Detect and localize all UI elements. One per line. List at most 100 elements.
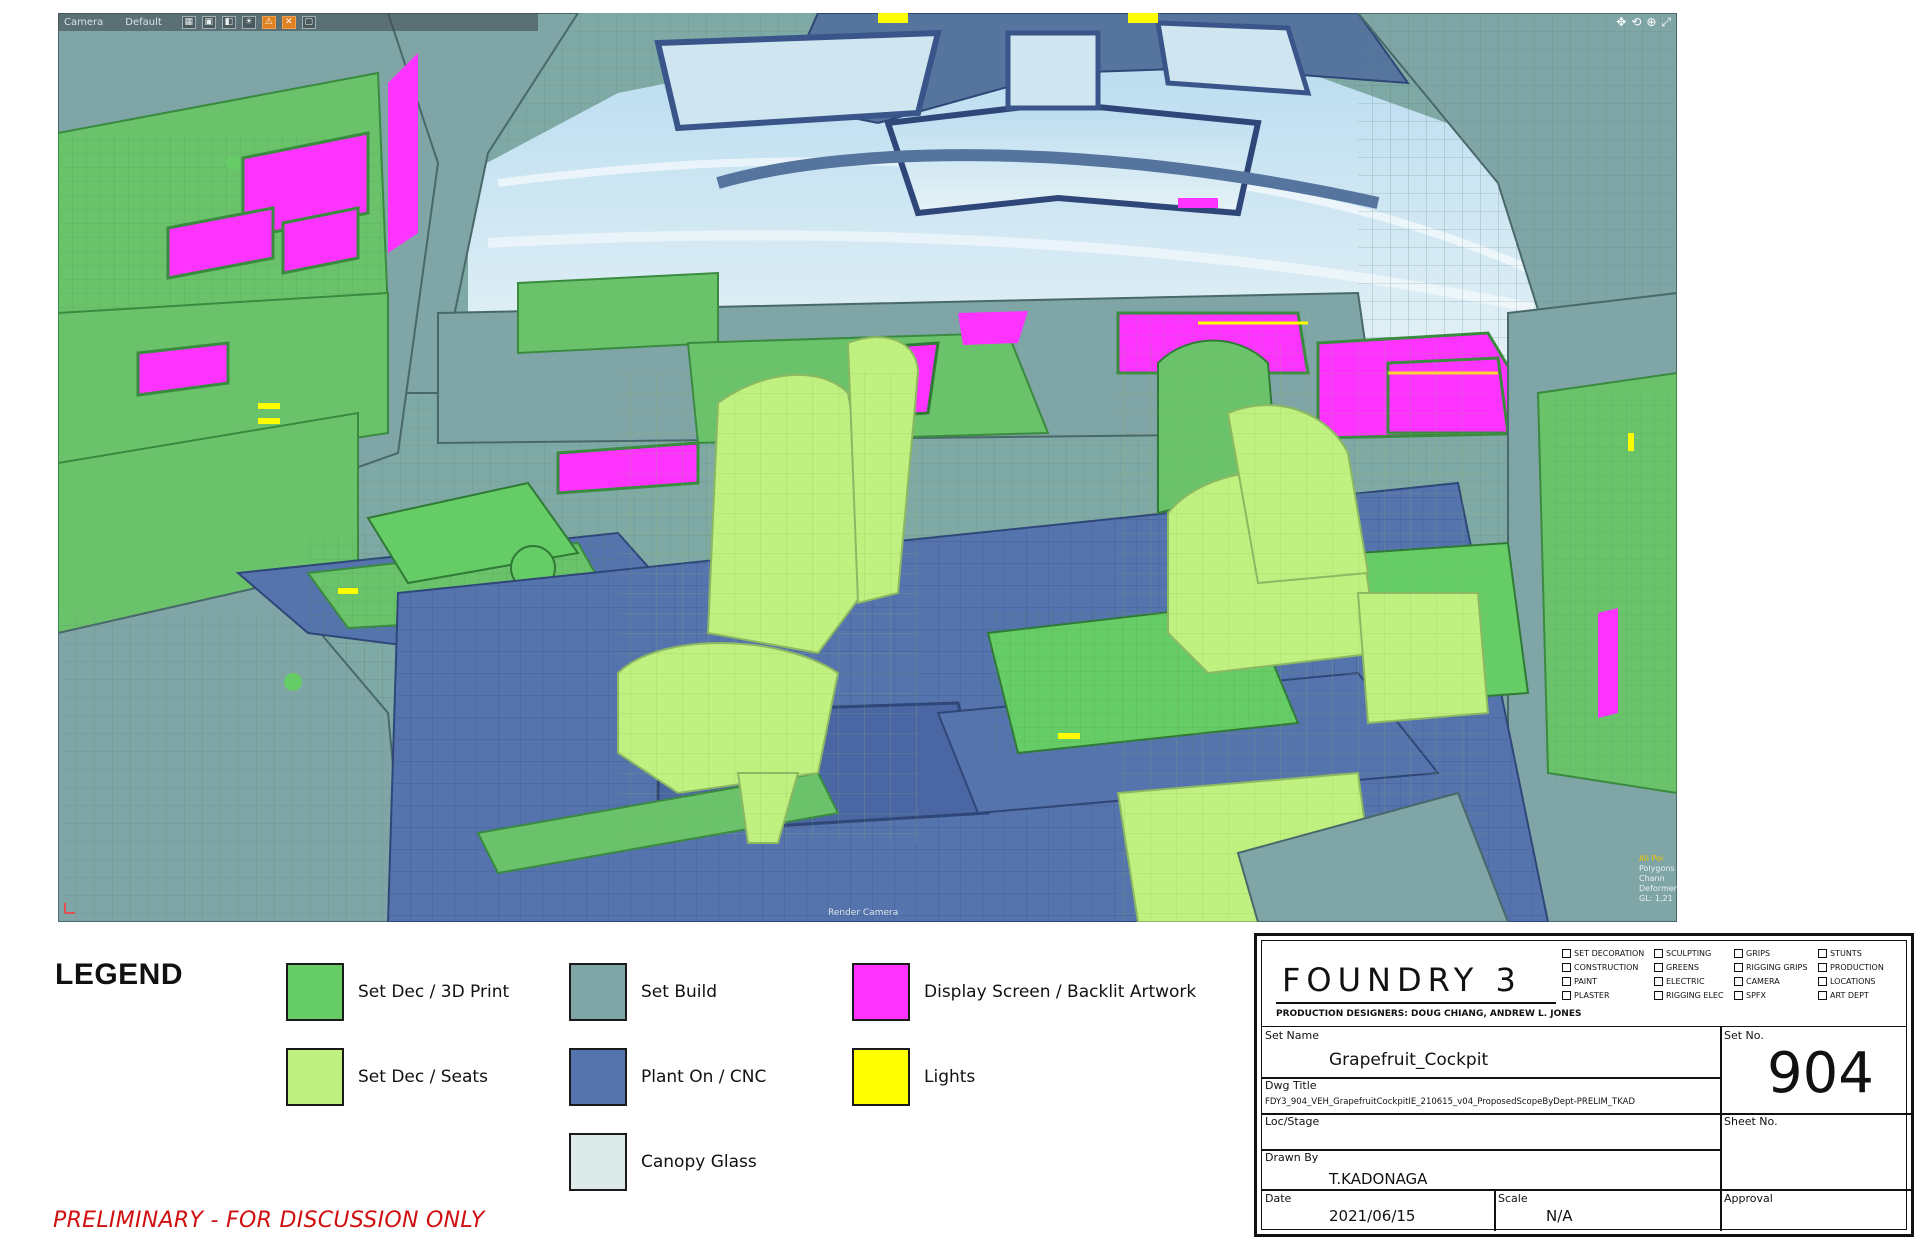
dept-check[interactable]: RIGGING ELEC xyxy=(1654,991,1734,1000)
checkbox[interactable] xyxy=(1654,949,1663,958)
legend-swatch xyxy=(569,1133,627,1191)
set-name-value: Grapefruit_Cockpit xyxy=(1329,1050,1489,1070)
axis-gizmo-icon xyxy=(62,900,78,916)
wireframe-toggle-icon[interactable]: ▣ xyxy=(201,15,216,29)
viewport-stats: All Pol Polygons Chann Deformer GL: 1,21 xyxy=(1639,854,1677,904)
production-designers: PRODUCTION DESIGNERS: DOUG CHIANG, ANDRE… xyxy=(1276,1009,1582,1019)
dept-label: GRIPS xyxy=(1746,949,1771,958)
stat-line: Deformer xyxy=(1639,884,1677,893)
checkbox[interactable] xyxy=(1562,963,1571,972)
legend-swatch xyxy=(286,963,344,1021)
legend-swatch xyxy=(286,1048,344,1106)
checkbox[interactable] xyxy=(1654,991,1663,1000)
legend-swatch xyxy=(852,963,910,1021)
dept-label: PAINT xyxy=(1574,977,1598,986)
legend-item-display-screen: Display Screen / Backlit Artwork xyxy=(852,963,1196,1021)
dwg-title-label: Dwg Title xyxy=(1265,1079,1317,1092)
drawn-by-value: T.KADONAGA xyxy=(1329,1170,1428,1188)
checkbox[interactable] xyxy=(1734,949,1743,958)
dept-label: CAMERA xyxy=(1746,977,1780,986)
divider xyxy=(1262,1189,1912,1191)
logo-rule xyxy=(1276,1002,1556,1004)
cockpit-3d-viewport[interactable]: Camera Default ▦ ▣ ◧ ☀ ⚠ ✕ ▢ ✥ ⟲ ⊕ ⤢ Ren… xyxy=(58,13,1677,922)
legend-label: Display Screen / Backlit Artwork xyxy=(924,982,1197,1002)
legend-label: Set Dec / Seats xyxy=(358,1067,488,1087)
legend-item-set-dec-3d-print: Set Dec / 3D Print xyxy=(286,963,509,1021)
hud-toggle-icon[interactable]: ▢ xyxy=(301,15,316,29)
dept-check[interactable]: ELECTRIC xyxy=(1654,977,1734,986)
viewport-toolbar[interactable]: Camera Default ▦ ▣ ◧ ☀ ⚠ ✕ ▢ xyxy=(58,13,538,31)
legend-item-set-dec-seats: Set Dec / Seats xyxy=(286,1048,488,1106)
checkbox[interactable] xyxy=(1818,963,1827,972)
dept-label: STUNTS xyxy=(1830,949,1862,958)
disclaimer-text: PRELIMINARY - FOR DISCUSSION ONLY xyxy=(53,1208,485,1233)
drawing-sheet: Camera Default ▦ ▣ ◧ ☀ ⚠ ✕ ▢ ✥ ⟲ ⊕ ⤢ Ren… xyxy=(0,0,1920,1242)
dept-check[interactable]: CONSTRUCTION xyxy=(1562,963,1654,972)
checkbox[interactable] xyxy=(1562,977,1571,986)
checkbox[interactable] xyxy=(1654,963,1663,972)
maximize-icon[interactable]: ⤢ xyxy=(1661,15,1671,30)
dwg-title-value: FDY3_904_VEH_GrapefruitCockpitIE_210615_… xyxy=(1265,1097,1636,1107)
dept-label: SPFX xyxy=(1746,991,1766,1000)
dept-check[interactable]: SET DECORATION xyxy=(1562,949,1654,958)
dept-check[interactable]: PRODUCTION xyxy=(1818,963,1908,972)
dept-label: GREENS xyxy=(1666,963,1699,972)
checkbox[interactable] xyxy=(1734,963,1743,972)
dept-check[interactable]: SCULPTING xyxy=(1654,949,1734,958)
zoom-icon[interactable]: ⊕ xyxy=(1646,15,1656,30)
legend-swatch xyxy=(852,1048,910,1106)
dept-label: PRODUCTION xyxy=(1830,963,1884,972)
checkbox[interactable] xyxy=(1818,977,1827,986)
checkbox[interactable] xyxy=(1734,991,1743,1000)
legend-label: Lights xyxy=(924,1067,976,1087)
grid-toggle-icon[interactable]: ▦ xyxy=(181,15,196,29)
dept-label: RIGGING GRIPS xyxy=(1746,963,1808,972)
divider xyxy=(1494,1189,1496,1231)
checkbox[interactable] xyxy=(1734,977,1743,986)
legend-title: LEGEND xyxy=(55,958,184,991)
dept-check[interactable]: PLASTER xyxy=(1562,991,1654,1000)
light-toggle-icon[interactable]: ☀ xyxy=(241,15,256,29)
shading-mode-menu[interactable]: Default xyxy=(123,17,176,28)
viewport-nav[interactable]: ✥ ⟲ ⊕ ⤢ xyxy=(1616,15,1671,30)
dept-check[interactable]: PAINT xyxy=(1562,977,1654,986)
move-icon[interactable]: ✥ xyxy=(1616,15,1626,30)
dept-check[interactable]: GREENS xyxy=(1654,963,1734,972)
scale-value: N/A xyxy=(1546,1207,1573,1225)
dept-check[interactable]: STUNTS xyxy=(1818,949,1908,958)
divider xyxy=(1262,1149,1720,1151)
camera-view-icon[interactable]: ◧ xyxy=(221,15,236,29)
legend-label: Plant On / CNC xyxy=(641,1067,767,1087)
dept-label: PLASTER xyxy=(1574,991,1610,1000)
dept-check[interactable]: ART DEPT xyxy=(1818,991,1908,1000)
checkbox[interactable] xyxy=(1654,977,1663,986)
set-no-value: 904 xyxy=(1767,1041,1874,1106)
dept-check[interactable]: SPFX xyxy=(1734,991,1818,1000)
checkbox[interactable] xyxy=(1818,949,1827,958)
rotate-icon[interactable]: ⟲ xyxy=(1631,15,1641,30)
dept-label: ELECTRIC xyxy=(1666,977,1705,986)
dept-check[interactable]: RIGGING GRIPS xyxy=(1734,963,1818,972)
dept-check[interactable]: CAMERA xyxy=(1734,977,1818,986)
checkbox[interactable] xyxy=(1818,991,1827,1000)
dept-label: LOCATIONS xyxy=(1830,977,1876,986)
stat-line: All Pol xyxy=(1639,854,1664,863)
title-block: FOUNDRY 3 PRODUCTION DESIGNERS: DOUG CHI… xyxy=(1254,933,1914,1237)
stat-line: GL: 1,21 xyxy=(1639,894,1673,903)
dept-label: SCULPTING xyxy=(1666,949,1712,958)
stat-line: Chann xyxy=(1639,874,1665,883)
legend-label: Set Build xyxy=(641,982,717,1002)
isolate-icon[interactable]: ⚠ xyxy=(261,15,276,29)
checkbox[interactable] xyxy=(1562,991,1571,1000)
set-name-label: Set Name xyxy=(1265,1029,1320,1042)
checkbox[interactable] xyxy=(1562,949,1571,958)
dept-label: RIGGING ELEC xyxy=(1666,991,1724,1000)
studio-logo: FOUNDRY 3 xyxy=(1282,961,1522,999)
camera-menu[interactable]: Camera xyxy=(62,17,117,28)
drawn-by-label: Drawn By xyxy=(1265,1151,1319,1164)
cockpit-render xyxy=(58,13,1677,922)
xray-icon[interactable]: ✕ xyxy=(281,15,296,29)
sheet-no-label: Sheet No. xyxy=(1724,1115,1778,1128)
dept-check[interactable]: LOCATIONS xyxy=(1818,977,1908,986)
dept-check[interactable]: GRIPS xyxy=(1734,949,1818,958)
